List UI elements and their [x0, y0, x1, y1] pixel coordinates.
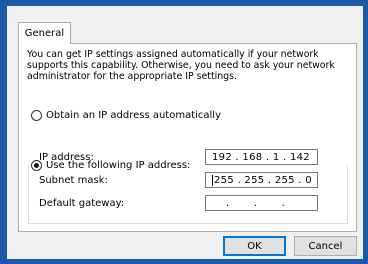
ip-address-field[interactable]: 192 . 168 . 1 . 142 [205, 149, 318, 165]
ok-button-label: OK [247, 240, 262, 252]
default-gateway-label: Default gateway: [39, 198, 125, 209]
tab-general[interactable]: General [18, 22, 71, 44]
ip-settings-dialog: General You can get IP settings assigned… [7, 6, 363, 259]
tab-general-label: General [24, 28, 65, 39]
ip-address-value: 192 . 168 . 1 . 142 [212, 151, 310, 163]
obtain-automatically-option[interactable]: Obtain an IP address automatically [31, 108, 221, 122]
cancel-button-label: Cancel [308, 240, 343, 252]
obtain-automatically-label: Obtain an IP address automatically [46, 109, 222, 121]
default-gateway-value: . . . [212, 197, 286, 209]
ok-button[interactable]: OK [223, 236, 286, 256]
default-gateway-field[interactable]: . . . [205, 195, 318, 211]
cancel-button[interactable]: Cancel [294, 236, 357, 256]
general-panel: You can get IP settings assigned automat… [18, 43, 357, 232]
ip-address-label: IP address: [39, 152, 94, 163]
description-text: You can get IP settings assigned automat… [27, 49, 335, 82]
subnet-mask-value: 255 . 255 . 255 . 0 [214, 174, 312, 186]
obtain-automatically-radio[interactable] [31, 109, 42, 121]
subnet-mask-field[interactable]: 255 . 255 . 255 . 0 [205, 172, 318, 188]
subnet-mask-label: Subnet mask: [39, 175, 108, 186]
